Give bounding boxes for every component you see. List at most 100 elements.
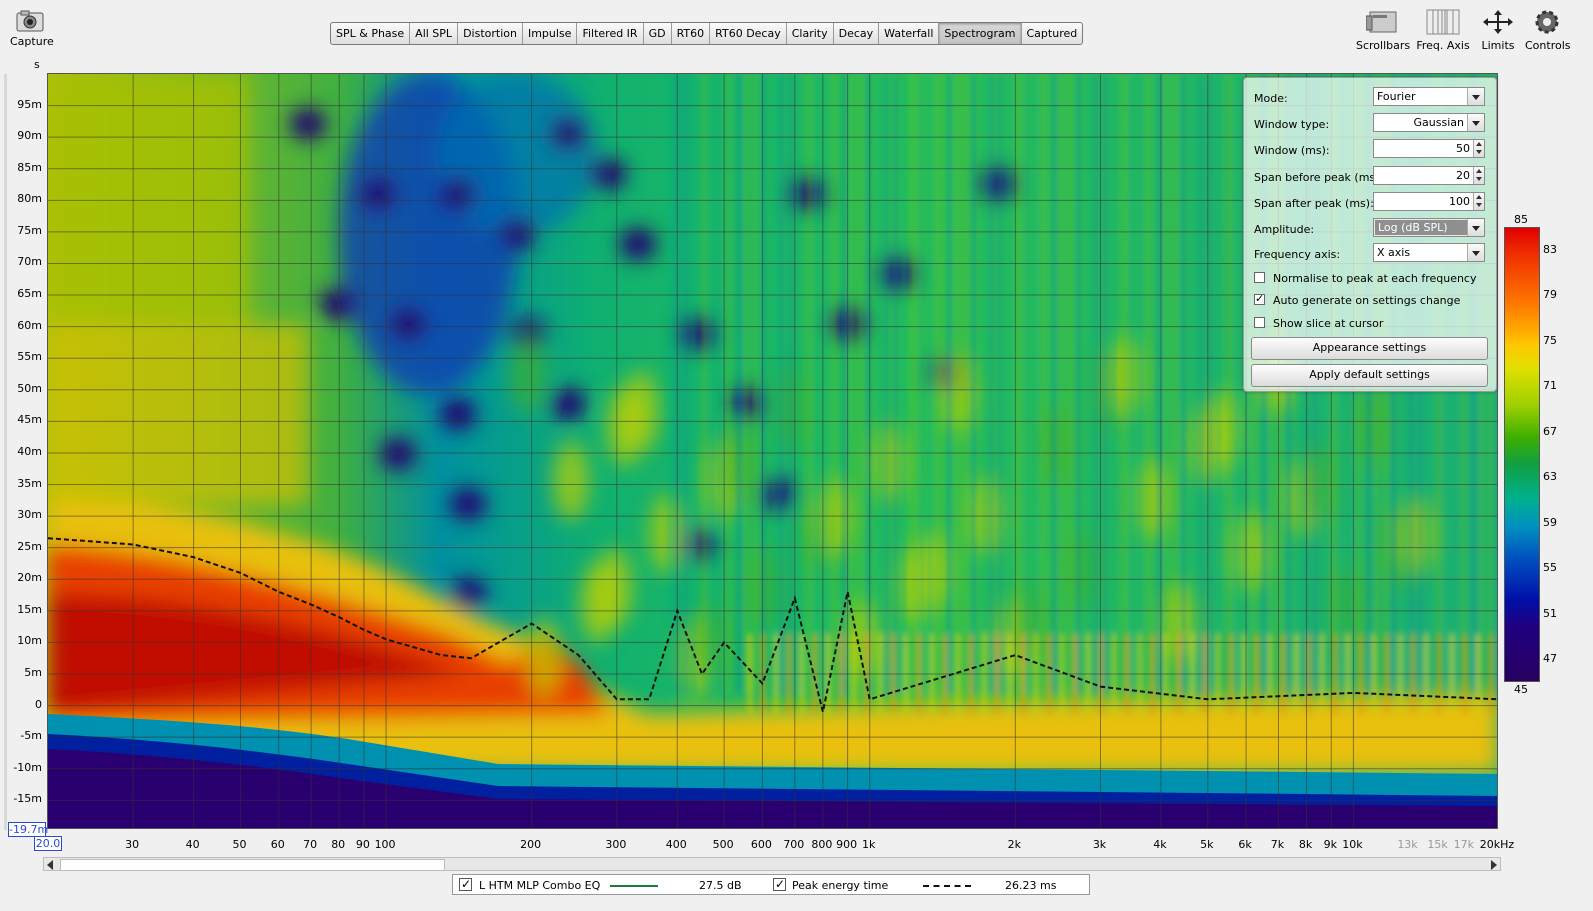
heatmap-stripe: [738, 74, 741, 694]
heatmap-stripe: [1228, 74, 1231, 694]
series2-checkbox[interactable]: [773, 877, 786, 891]
heatmap-blob: [290, 108, 326, 140]
camera-icon: [16, 10, 44, 32]
window-type-value: Gaussian: [1413, 116, 1464, 129]
normalise-checkbox[interactable]: [1254, 272, 1265, 283]
window-ms-stepper[interactable]: 50: [1373, 139, 1485, 158]
heatmap-blob: [438, 74, 598, 234]
tab-impulse[interactable]: Impulse: [523, 23, 578, 44]
span-after-stepper[interactable]: 100: [1373, 192, 1485, 211]
y-tick-label: -15m: [13, 792, 42, 806]
scale-label: 63: [1543, 470, 1557, 484]
heatmap-stripe: [937, 74, 940, 694]
frequency-axis-value: X axis: [1377, 246, 1411, 259]
heatmap-stripe: [1130, 74, 1133, 694]
scrollbar-thumb[interactable]: [60, 859, 445, 871]
x-tick-label: 80: [331, 838, 346, 851]
tab-distortion[interactable]: Distortion: [458, 23, 523, 44]
x-tick-label: 10k: [1342, 838, 1363, 851]
tab-spectrogram[interactable]: Spectrogram: [939, 23, 1022, 44]
heatmap-stripe: [1042, 74, 1045, 694]
heatmap-blob: [48, 74, 248, 324]
y-tick-label: 55m: [17, 350, 42, 364]
window-type-select[interactable]: Gaussian: [1373, 113, 1485, 132]
x-tick-label: 13k: [1397, 838, 1418, 851]
tab-waterfall[interactable]: Waterfall: [879, 23, 940, 44]
y-min-input[interactable]: -19.7m: [8, 822, 48, 837]
x-tick-label: 30: [125, 838, 140, 851]
amplitude-select[interactable]: Log (dB SPL): [1373, 218, 1485, 237]
capture-button[interactable]: Capture: [10, 10, 54, 48]
heatmap-blob: [320, 288, 356, 320]
x-tick-label: 600: [750, 838, 772, 851]
y-tick-label: -10m: [13, 760, 42, 774]
controls-button[interactable]: Controls: [1525, 8, 1571, 52]
y-tick-label: 30m: [17, 508, 42, 522]
scrollbars-button[interactable]: Scrollbars: [1356, 8, 1410, 52]
heatmap-blob: [871, 423, 907, 503]
x-min-input[interactable]: 20.0: [34, 836, 62, 851]
show-slice-checkbox[interactable]: [1254, 317, 1265, 328]
heatmap-stripe: [727, 74, 730, 694]
heatmap-stripe: [920, 74, 923, 694]
horizontal-scrollbar[interactable]: [43, 857, 1501, 871]
heatmap-stripe: [745, 74, 748, 694]
heatmap-stripe: [983, 74, 986, 694]
y-scroll-track[interactable]: [4, 74, 7, 830]
frequency-axis-select[interactable]: X axis: [1373, 243, 1485, 262]
heatmap-stripe: [1200, 74, 1203, 694]
chevron-down-icon: [1467, 219, 1484, 236]
heatmap-stripe: [878, 74, 881, 694]
tab-decay[interactable]: Decay: [834, 23, 880, 44]
tab-captured[interactable]: Captured: [1022, 23, 1083, 44]
x-tick-label: 40: [185, 838, 200, 851]
mode-select[interactable]: Fourier: [1373, 87, 1485, 106]
heatmap-stripe: [754, 74, 757, 694]
heatmap-blob: [450, 488, 486, 520]
y-tick-label: 10m: [17, 634, 42, 648]
tab-rt60-decay[interactable]: RT60 Decay: [710, 23, 787, 44]
tab-spl-phase[interactable]: SPL & Phase: [331, 23, 411, 44]
heatmap-stripe: [1139, 74, 1142, 694]
tab-filtered-ir[interactable]: Filtered IR: [577, 23, 644, 44]
y-tick-label: 95m: [17, 97, 42, 111]
freq-axis-button[interactable]: Freq. Axis: [1416, 8, 1470, 52]
span-before-stepper[interactable]: 20: [1373, 166, 1485, 185]
spin-arrows-icon[interactable]: [1473, 193, 1484, 210]
tab-gd[interactable]: GD: [644, 23, 672, 44]
series2-line-swatch: [923, 885, 971, 887]
heatmap-blob: [620, 228, 656, 260]
appearance-settings-button[interactable]: Appearance settings: [1251, 337, 1488, 360]
series2-name: Peak energy time: [792, 879, 889, 892]
heatmap-stripe: [719, 74, 722, 694]
heatmap-stripe: [1217, 74, 1220, 694]
heatmap-blob: [1011, 583, 1047, 663]
freq-axis-icon: [1426, 9, 1460, 35]
heatmap-stripe: [990, 74, 993, 694]
heatmap-stripe: [1088, 74, 1091, 694]
y-tick-label: 5m: [24, 666, 42, 679]
window-ms-value: 50: [1456, 142, 1470, 155]
heatmap-stripe: [1053, 74, 1056, 694]
span-after-label: Span after peak (ms):: [1254, 197, 1374, 210]
heatmap-blob: [596, 548, 632, 628]
y-tick-label: 45m: [17, 413, 42, 427]
y-tick-label: 15m: [17, 602, 42, 616]
heatmap-stripe: [703, 74, 706, 694]
limits-button[interactable]: Limits: [1479, 8, 1517, 52]
scroll-right-arrow-icon[interactable]: [1491, 860, 1497, 870]
heatmap-stripe: [1112, 74, 1115, 694]
heatmap-stripe: [843, 74, 846, 694]
scroll-left-arrow-icon[interactable]: [47, 860, 53, 870]
spin-arrows-icon[interactable]: [1473, 167, 1484, 184]
tab-clarity[interactable]: Clarity: [787, 23, 834, 44]
x-tick-label: 9k: [1323, 838, 1337, 851]
autogen-checkbox[interactable]: [1254, 292, 1265, 305]
apply-default-settings-button[interactable]: Apply default settings: [1251, 364, 1488, 387]
tab-rt60[interactable]: RT60: [672, 23, 711, 44]
series1-checkbox[interactable]: [459, 877, 472, 891]
y-tick-label: 20m: [17, 571, 42, 585]
x-tick-label: 100: [374, 838, 396, 851]
spin-arrows-icon[interactable]: [1473, 140, 1484, 157]
tab-all-spl[interactable]: All SPL: [410, 23, 459, 44]
